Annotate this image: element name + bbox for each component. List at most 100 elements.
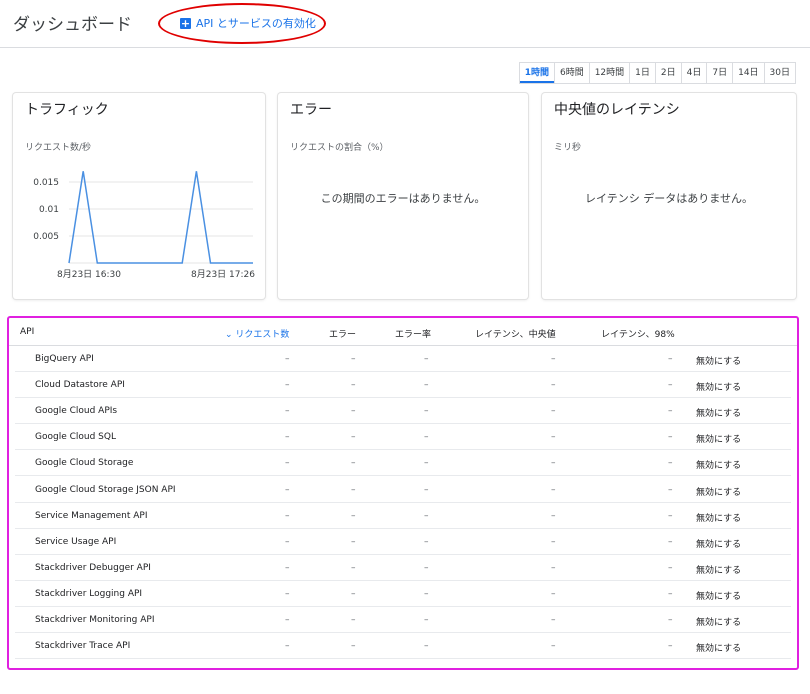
- traffic-card: トラフィック リクエスト数/秒 0.015 0.01 0.005 8月23日 16:3…: [13, 93, 265, 299]
- col-latency-median[interactable]: レイテンシ、中央値: [475, 327, 556, 340]
- errors-value: –: [351, 615, 356, 625]
- error-rate-value: –: [424, 432, 429, 443]
- latency-median-value: –: [551, 510, 556, 521]
- col-requests[interactable]: ⌄ リクエスト数: [225, 327, 289, 340]
- page-title: ダッシュボード: [13, 15, 132, 35]
- latency-median-value: –: [551, 536, 556, 547]
- api-name-link[interactable]: Stackdriver Monitoring API: [35, 615, 154, 625]
- api-name-link[interactable]: Service Management API: [35, 511, 148, 521]
- latency-median-value: –: [551, 380, 556, 391]
- latency-empty-message: レイテンシ データはありません。: [585, 192, 753, 205]
- api-name-link[interactable]: Google Cloud Storage: [35, 458, 133, 468]
- table-row: BigQuery API – – – – – 無効にする: [15, 346, 791, 372]
- time-range-option[interactable]: 1日: [629, 63, 655, 83]
- error-rate-value: –: [424, 615, 429, 625]
- error-rate-value: –: [424, 588, 429, 599]
- errors-card: エラー リクエストの割合（%） この期間のエラーはありません。: [278, 93, 528, 299]
- latency-median-value: –: [551, 354, 556, 364]
- error-rate-value: –: [424, 354, 429, 364]
- table-row: Stackdriver Logging API – – – – – 無効にする: [15, 581, 791, 607]
- requests-value: –: [285, 432, 290, 443]
- api-name-link[interactable]: BigQuery API: [35, 354, 94, 364]
- time-range-option[interactable]: 12時間: [588, 63, 630, 83]
- disable-button[interactable]: 無効にする: [696, 589, 741, 602]
- latency-median-value: –: [551, 562, 556, 573]
- col-error-rate[interactable]: エラー率: [395, 327, 431, 340]
- disable-button[interactable]: 無効にする: [696, 485, 741, 498]
- latency-98-value: –: [668, 458, 673, 469]
- disable-button[interactable]: 無効にする: [696, 406, 741, 419]
- traffic-series-line: [68, 171, 253, 264]
- col-latency-98[interactable]: レイテンシ、98%: [601, 327, 675, 340]
- y-tick-label: 0.015: [33, 178, 59, 188]
- time-range-option[interactable]: 2日: [654, 63, 681, 83]
- errors-value: –: [351, 536, 356, 547]
- plus-icon: +: [180, 16, 191, 30]
- sort-down-icon: ⌄: [225, 330, 236, 340]
- errors-value: –: [351, 562, 356, 573]
- error-rate-value: –: [424, 458, 429, 469]
- disable-button[interactable]: 無効にする: [696, 537, 741, 550]
- disable-button[interactable]: 無効にする: [696, 641, 741, 654]
- api-name-link[interactable]: Google Cloud SQL: [35, 432, 116, 442]
- latency-median-value: –: [551, 615, 556, 625]
- latency-98-value: –: [668, 406, 673, 417]
- api-name-link[interactable]: Stackdriver Logging API: [35, 589, 142, 599]
- time-range-option[interactable]: 4日: [680, 63, 707, 83]
- api-name-link[interactable]: Stackdriver Debugger API: [35, 563, 151, 573]
- errors-value: –: [351, 380, 356, 391]
- latency-98-value: –: [668, 380, 673, 391]
- error-rate-value: –: [424, 406, 429, 417]
- disable-button[interactable]: 無効にする: [696, 354, 741, 367]
- y-tick-label: 0.005: [33, 232, 59, 242]
- table-row: Google Cloud Storage – – – – – 無効にする: [15, 450, 791, 477]
- latency-98-value: –: [668, 510, 673, 521]
- latency-card-title: 中央値のレイテンシ: [554, 102, 680, 118]
- api-name-link[interactable]: Cloud Datastore API: [35, 380, 125, 390]
- api-name-link[interactable]: Google Cloud APIs: [35, 406, 117, 416]
- time-range-option[interactable]: 14日: [732, 63, 764, 83]
- enable-apis-button[interactable]: + API とサービスの有効化: [180, 15, 316, 31]
- table-row: Stackdriver Debugger API – – – – – 無効にする: [15, 555, 791, 581]
- error-rate-value: –: [424, 380, 429, 391]
- time-range-option[interactable]: 30日: [763, 63, 795, 83]
- table-row: Cloud Datastore API – – – – – 無効にする: [15, 372, 791, 399]
- y-tick-label: 0.01: [39, 205, 59, 215]
- x-tick-label: 8月23日 16:30: [57, 269, 121, 280]
- api-name-link[interactable]: Google Cloud Storage JSON API: [35, 485, 176, 495]
- api-name-link[interactable]: Stackdriver Trace API: [35, 641, 130, 651]
- time-range-option[interactable]: 7日: [706, 63, 733, 83]
- time-range-option[interactable]: 6時間: [553, 63, 589, 83]
- disable-button[interactable]: 無効にする: [696, 615, 741, 628]
- latency-98-value: –: [668, 641, 673, 652]
- latency-98-value: –: [668, 354, 673, 364]
- disable-button[interactable]: 無効にする: [696, 432, 741, 445]
- latency-98-value: –: [668, 484, 673, 495]
- errors-value: –: [351, 432, 356, 443]
- error-rate-value: –: [424, 641, 429, 652]
- latency-median-value: –: [551, 406, 556, 417]
- error-rate-value: –: [424, 484, 429, 495]
- requests-value: –: [285, 641, 290, 652]
- latency-card-subtitle: ミリ秒: [554, 143, 582, 153]
- errors-empty-message: この期間のエラーはありません。: [320, 192, 486, 205]
- disable-button[interactable]: 無効にする: [696, 563, 741, 576]
- errors-value: –: [351, 406, 356, 417]
- requests-value: –: [285, 588, 290, 599]
- latency-98-value: –: [668, 562, 673, 573]
- requests-value: –: [285, 615, 290, 625]
- time-range-selector: 1時間 6時間 12時間 1日 2日 4日 7日 14日 30日: [518, 62, 796, 84]
- errors-card-subtitle: リクエストの割合（%）: [290, 143, 389, 153]
- requests-value: –: [285, 406, 290, 417]
- disable-button[interactable]: 無効にする: [696, 458, 741, 471]
- disable-button[interactable]: 無効にする: [696, 380, 741, 393]
- latency-median-value: –: [551, 484, 556, 495]
- api-name-link[interactable]: Service Usage API: [35, 537, 116, 547]
- table-row: Service Usage API – – – – – 無効にする: [15, 529, 791, 555]
- error-rate-value: –: [424, 510, 429, 521]
- errors-card-title: エラー: [290, 102, 332, 118]
- time-range-option[interactable]: 1時間: [519, 63, 554, 83]
- disable-button[interactable]: 無効にする: [696, 511, 741, 524]
- errors-value: –: [351, 641, 356, 652]
- col-errors[interactable]: エラー: [329, 327, 356, 340]
